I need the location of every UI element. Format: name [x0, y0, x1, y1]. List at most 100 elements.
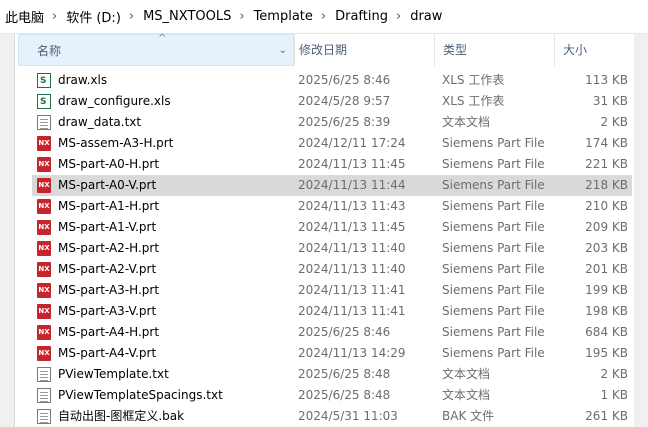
breadcrumb-item[interactable]: 此电脑: [5, 7, 44, 26]
file-type: Siemens Part File: [442, 262, 545, 276]
chevron-right-icon[interactable]: ›: [52, 9, 57, 24]
file-size: 174 KB: [585, 136, 628, 150]
table-row[interactable]: NX MS-part-A4-H.prt 2025/6/25 8:46 Siemens …: [32, 322, 632, 343]
file-size: 113 KB: [585, 73, 628, 87]
table-row[interactable]: NX MS-part-A3-H.prt 2024/11/13 11:41 Siemen…: [32, 280, 632, 301]
column-type-label: 类型: [443, 43, 468, 57]
chevron-down-icon[interactable]: ⌄: [279, 35, 287, 67]
file-size: 201 KB: [585, 262, 628, 276]
sort-ascending-icon: ^: [158, 33, 167, 44]
file-date: 2025/6/25 8:46: [298, 73, 391, 87]
column-date-label: 修改日期: [299, 43, 348, 57]
file-name: draw.xls: [58, 73, 108, 87]
table-row[interactable]: PViewTemplate.txt 2025/6/25 8:48 文本文档 2 KB: [32, 364, 632, 385]
file-type: Siemens Part File: [442, 136, 545, 150]
breadcrumb-item[interactable]: draw: [410, 9, 442, 24]
column-header-date[interactable]: 修改日期: [294, 34, 434, 66]
file-date: 2024/5/28 9:57: [298, 94, 391, 108]
table-row[interactable]: NX MS-part-A4-V.prt 2024/11/13 14:29 Siemen…: [32, 343, 632, 364]
nx-icon: NX: [37, 199, 51, 214]
nx-icon: NX: [37, 241, 51, 256]
file-type: Siemens Part File: [442, 304, 545, 318]
file-name: PViewTemplate.txt: [58, 367, 169, 381]
file-type: Siemens Part File: [442, 199, 545, 213]
file-name: MS-part-A2-V.prt: [58, 262, 157, 276]
file-date: 2024/11/13 11:41: [298, 304, 406, 318]
file-name: PViewTemplateSpacings.txt: [58, 388, 223, 402]
txt-icon: [37, 367, 51, 382]
table-row[interactable]: NX MS-part-A3-V.prt 2024/11/13 11:41 Siemen…: [32, 301, 632, 322]
table-row[interactable]: PViewTemplateSpacings.txt 2025/6/25 8:48 文…: [32, 385, 632, 406]
file-date: 2025/6/25 8:46: [298, 325, 391, 339]
file-type: Siemens Part File: [442, 283, 545, 297]
file-size: 684 KB: [585, 325, 628, 339]
file-size: 2 KB: [600, 367, 628, 381]
breadcrumb-item[interactable]: Drafting: [335, 9, 388, 24]
file-name: MS-part-A0-H.prt: [58, 157, 160, 171]
chevron-right-icon[interactable]: ›: [129, 9, 134, 24]
table-row[interactable]: draw_data.txt 2025/6/25 8:39 文本文档 2 KB: [32, 112, 632, 133]
column-header-type[interactable]: 类型: [434, 34, 554, 66]
file-date: 2024/12/11 17:24: [298, 136, 406, 150]
file-size: 261 KB: [585, 409, 628, 423]
file-type: Siemens Part File: [442, 220, 545, 234]
file-name: MS-part-A2-H.prt: [58, 241, 160, 255]
table-row[interactable]: NX MS-part-A0-V.prt 2024/11/13 11:44 Siemen…: [32, 175, 632, 196]
file-name: MS-part-A0-V.prt: [58, 178, 157, 192]
column-header: ^ 名称 ⌄ 修改日期 类型 大小: [18, 33, 648, 67]
file-name: MS-part-A1-H.prt: [58, 199, 160, 213]
column-header-name[interactable]: ^ 名称 ⌄: [18, 33, 294, 67]
table-row[interactable]: draw_configure.xls 2024/5/28 9:57 XLS 工作表 3…: [32, 91, 632, 113]
file-date: 2025/6/25 8:48: [298, 367, 391, 381]
chevron-right-icon[interactable]: ›: [321, 9, 326, 24]
table-row[interactable]: draw.xls 2025/6/25 8:46 XLS 工作表 113 KB: [32, 70, 632, 92]
file-date: 2024/11/13 14:29: [298, 346, 406, 360]
file-type: Siemens Part File: [442, 325, 545, 339]
file-date: 2024/11/13 11:43: [298, 199, 406, 213]
xls-icon: [37, 92, 51, 113]
file-size: 218 KB: [585, 178, 628, 192]
breadcrumb-item[interactable]: MS_NXTOOLS: [143, 9, 231, 24]
file-type: Siemens Part File: [442, 346, 545, 360]
file-name: MS-part-A1-V.prt: [58, 220, 157, 234]
table-row[interactable]: 自动出图-图框定义.bak 2024/5/31 11:03 BAK 文件 261 KB: [32, 406, 632, 427]
table-row[interactable]: NX MS-part-A2-V.prt 2024/11/13 11:40 Siemen…: [32, 259, 632, 280]
txt-icon: [37, 388, 51, 403]
file-type: Siemens Part File: [442, 157, 545, 171]
file-date: 2024/11/13 11:40: [298, 262, 406, 276]
table-row[interactable]: NX MS-part-A1-H.prt 2024/11/13 11:43 Siemen…: [32, 196, 632, 217]
file-type: Siemens Part File: [442, 178, 545, 192]
chevron-right-icon[interactable]: ›: [239, 9, 244, 24]
xls-icon: [37, 71, 51, 92]
table-row[interactable]: NX MS-part-A0-H.prt 2024/11/13 11:45 Siemen…: [32, 154, 632, 175]
file-size: 203 KB: [585, 241, 628, 255]
nx-icon: NX: [37, 157, 51, 172]
file-type: Siemens Part File: [442, 241, 545, 255]
file-size: 210 KB: [585, 199, 628, 213]
table-row[interactable]: NX MS-assem-A3-H.prt 2024/12/11 17:24 Sieme…: [32, 133, 632, 154]
file-name: MS-part-A3-V.prt: [58, 304, 157, 318]
table-row[interactable]: NX MS-part-A1-V.prt 2024/11/13 11:45 Siemen…: [32, 217, 632, 238]
file-name: MS-part-A4-H.prt: [58, 325, 160, 339]
file-date: 2024/11/13 11:45: [298, 220, 406, 234]
breadcrumb: 此电脑 › 软件 (D:) › MS_NXTOOLS › Template › …: [0, 0, 648, 34]
file-name: draw_configure.xls: [58, 94, 171, 108]
nx-icon: NX: [37, 220, 51, 235]
breadcrumb-item[interactable]: Template: [254, 9, 313, 24]
file-size: 209 KB: [585, 220, 628, 234]
nx-icon: NX: [37, 178, 51, 193]
file-type: 文本文档: [442, 388, 491, 402]
file-date: 2024/5/31 11:03: [298, 409, 398, 423]
nx-icon: NX: [37, 283, 51, 298]
file-name: MS-assem-A3-H.prt: [58, 136, 174, 150]
file-name: draw_data.txt: [58, 115, 142, 129]
file-name: MS-part-A3-H.prt: [58, 283, 160, 297]
column-name-label: 名称: [37, 44, 62, 58]
file-type: BAK 文件: [442, 409, 495, 423]
vertical-scrollbar[interactable]: [634, 34, 648, 427]
chevron-right-icon[interactable]: ›: [396, 9, 401, 24]
breadcrumb-item[interactable]: 软件 (D:): [66, 7, 121, 26]
file-name: MS-part-A4-V.prt: [58, 346, 157, 360]
file-name: 自动出图-图框定义.bak: [58, 409, 185, 423]
table-row[interactable]: NX MS-part-A2-H.prt 2024/11/13 11:40 Siemen…: [32, 238, 632, 259]
